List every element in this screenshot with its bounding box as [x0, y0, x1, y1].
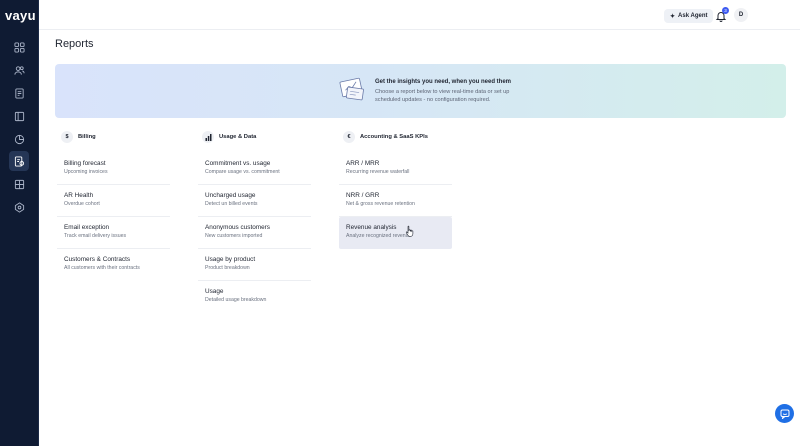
accounting-header: € Accounting & SaaS KPIs [343, 130, 452, 144]
report-billing-forecast[interactable]: Billing forecast Upcoming invoices [57, 153, 170, 185]
analytics-icon [14, 134, 24, 144]
insights-banner: Get the insights you need, when you need… [55, 64, 786, 118]
column-title: Usage & Data [219, 134, 257, 140]
report-desc: Detect un billed events [205, 201, 258, 207]
billing-header: $ Billing [61, 130, 170, 144]
report-usage-by-product[interactable]: Usage by product Product breakdown [198, 249, 311, 281]
report-uncharged-usage[interactable]: Uncharged usage Detect un billed events [198, 185, 311, 217]
pointer-cursor-icon [405, 225, 414, 237]
report-title: Usage [205, 288, 224, 295]
report-desc: Analyze recognized revenue [346, 233, 412, 239]
integrations-icon [14, 201, 24, 213]
sidebar-item-integrations[interactable] [9, 197, 29, 217]
banner-text: Choose a report below to view real-time … [375, 89, 510, 103]
report-desc: Recurring revenue waterfall [346, 169, 410, 175]
page-title: Reports [55, 38, 94, 50]
euro-icon: € [343, 131, 355, 143]
report-desc: New customers imported [205, 233, 263, 239]
sidebar-item-analytics[interactable] [9, 129, 29, 149]
sidebar-item-products[interactable] [9, 174, 29, 194]
ask-agent-label: Ask Agent [678, 13, 708, 19]
sidebar-item-dashboard[interactable] [9, 37, 29, 57]
bar-chart-icon [202, 131, 214, 143]
column-title: Billing [78, 134, 96, 140]
dashboard-icon [13, 41, 25, 53]
report-desc: Product breakdown [205, 265, 250, 271]
billing-column: $ Billing Billing forecast Upcoming invo… [57, 130, 170, 281]
usage-column: Usage & Data Commitment vs. usage Compar… [198, 130, 311, 313]
sidebar-item-reports[interactable] [9, 151, 29, 171]
report-anonymous-customers[interactable]: Anonymous customers New customers import… [198, 217, 311, 249]
report-desc: Compare usage vs. commitment [205, 169, 280, 175]
report-title: Usage by product [205, 256, 256, 263]
sidebar-item-contracts[interactable] [9, 106, 29, 126]
report-nrr-grr[interactable]: NRR / GRR Net & gross revenue retention [339, 185, 452, 217]
banner-heading: Get the insights you need, when you need… [375, 79, 512, 85]
products-icon [14, 179, 24, 189]
reports-icon [14, 155, 24, 167]
report-illustration-icon [339, 77, 364, 101]
app-logo[interactable]: vayu [5, 8, 36, 23]
report-ar-health[interactable]: AR Health Overdue cohort [57, 185, 170, 217]
sidebar: vayu [0, 0, 39, 446]
invoices-icon [14, 87, 24, 99]
report-title: NRR / GRR [346, 192, 380, 199]
report-title: AR Health [64, 192, 94, 199]
report-customers-contracts[interactable]: Customers & Contracts All customers with… [57, 249, 170, 281]
avatar[interactable]: D [734, 8, 748, 22]
report-title: Email exception [64, 224, 110, 231]
sidebar-item-customers[interactable] [9, 60, 29, 80]
report-revenue-analysis[interactable]: Revenue analysis Analyze recognized reve… [339, 217, 452, 249]
customers-icon [13, 65, 25, 75]
ask-agent-button[interactable]: ✦ Ask Agent [664, 9, 714, 23]
report-arr-mrr[interactable]: ARR / MRR Recurring revenue waterfall [339, 153, 452, 185]
report-desc: Detailed usage breakdown [205, 297, 267, 303]
chat-icon [780, 409, 789, 419]
report-title: Anonymous customers [205, 224, 270, 231]
report-title: Uncharged usage [205, 192, 256, 199]
report-title: Customers & Contracts [64, 256, 131, 263]
chat-button[interactable] [775, 404, 794, 423]
usage-header: Usage & Data [202, 130, 311, 144]
report-desc: Overdue cohort [64, 201, 100, 207]
contracts-icon [14, 111, 24, 121]
report-email-exception[interactable]: Email exception Track email delivery iss… [57, 217, 170, 249]
column-title: Accounting & SaaS KPIs [360, 134, 428, 140]
report-title: Revenue analysis [346, 224, 397, 231]
report-title: Commitment vs. usage [205, 160, 271, 167]
report-title: ARR / MRR [346, 160, 380, 167]
dollar-icon: $ [61, 131, 73, 143]
report-desc: All customers with their contracts [64, 265, 140, 271]
notification-badge: 3 [722, 7, 729, 14]
accounting-column: € Accounting & SaaS KPIs ARR / MRR Recur… [339, 130, 452, 249]
sidebar-item-invoices[interactable] [9, 83, 29, 103]
report-desc: Track email delivery issues [64, 233, 127, 239]
report-desc: Upcoming invoices [64, 169, 108, 175]
report-commitment-vs-usage[interactable]: Commitment vs. usage Compare usage vs. c… [198, 153, 311, 185]
report-desc: Net & gross revenue retention [346, 201, 415, 207]
sparkle-icon: ✦ [670, 13, 676, 20]
report-usage[interactable]: Usage Detailed usage breakdown [198, 281, 311, 313]
report-title: Billing forecast [64, 160, 106, 167]
